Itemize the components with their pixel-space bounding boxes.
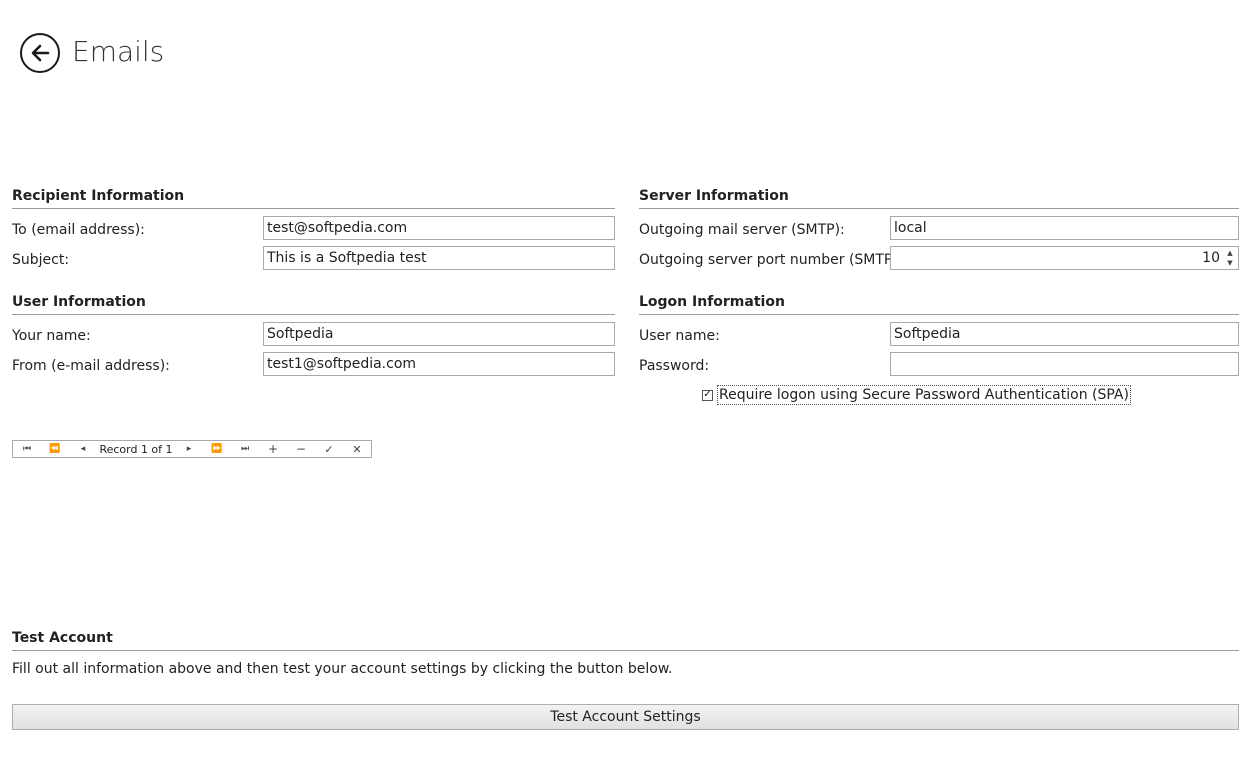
arrow-left-icon (31, 44, 50, 62)
smtp-server-label: Outgoing mail server (SMTP): (639, 222, 845, 238)
checkmark-icon: ✓ (703, 389, 712, 400)
spinner-arrows[interactable]: ▲ ▼ (1224, 248, 1236, 268)
page-title: Emails (72, 35, 165, 68)
username-label: User name: (639, 328, 720, 344)
your-name-input[interactable]: Softpedia (263, 322, 615, 346)
your-name-label: Your name: (12, 328, 91, 344)
spa-checkbox-label[interactable]: Require logon using Secure Password Auth… (717, 385, 1131, 405)
record-navigator: ⏮ ⏪ ◂ Record 1 of 1 ▸ ⏩ ⏭ + − ✓ ✕ (12, 440, 372, 458)
recipient-section-title: Recipient Information (12, 188, 185, 204)
logon-section-title: Logon Information (639, 294, 785, 310)
first-record-icon[interactable]: ⏮ (13, 444, 41, 454)
record-indicator: Record 1 of 1 (99, 442, 173, 456)
server-section-title: Server Information (639, 188, 789, 204)
to-label: To (email address): (12, 222, 145, 238)
next-page-icon[interactable]: ⏩ (203, 444, 231, 454)
smtp-port-spinner[interactable]: 10 ▲ ▼ (890, 246, 1239, 270)
cancel-changes-icon[interactable]: ✕ (343, 443, 371, 456)
logon-divider (639, 314, 1239, 315)
apply-changes-icon[interactable]: ✓ (315, 443, 343, 456)
remove-record-icon[interactable]: − (287, 442, 315, 456)
smtp-port-value: 10 (1202, 250, 1220, 266)
spa-checkbox[interactable]: ✓ (702, 389, 713, 401)
test-divider (12, 650, 1239, 651)
spinner-down-icon[interactable]: ▼ (1224, 258, 1236, 268)
spinner-up-icon[interactable]: ▲ (1224, 248, 1236, 258)
back-button[interactable] (20, 33, 60, 73)
from-email-input[interactable]: test1@softpedia.com (263, 352, 615, 376)
test-section-title: Test Account (12, 630, 113, 646)
user-section-title: User Information (12, 294, 146, 310)
to-email-input[interactable]: test@softpedia.com (263, 216, 615, 240)
previous-record-icon[interactable]: ◂ (69, 444, 97, 454)
last-record-icon[interactable]: ⏭ (231, 444, 259, 454)
add-record-icon[interactable]: + (259, 442, 287, 456)
password-label: Password: (639, 358, 710, 374)
previous-page-icon[interactable]: ⏪ (41, 444, 69, 454)
server-divider (639, 208, 1239, 209)
password-input[interactable] (890, 352, 1239, 376)
from-label: From (e-mail address): (12, 358, 170, 374)
user-divider (12, 314, 615, 315)
recipient-divider (12, 208, 615, 209)
smtp-server-input[interactable]: local (890, 216, 1239, 240)
test-account-settings-button[interactable]: Test Account Settings (12, 704, 1239, 730)
smtp-port-label: Outgoing server port number (SMTP): (639, 252, 903, 268)
subject-label: Subject: (12, 252, 70, 268)
subject-input[interactable]: This is a Softpedia test (263, 246, 615, 270)
test-description: Fill out all information above and then … (12, 661, 673, 677)
next-record-icon[interactable]: ▸ (175, 444, 203, 454)
username-input[interactable]: Softpedia (890, 322, 1239, 346)
spa-checkbox-row[interactable]: ✓ Require logon using Secure Password Au… (702, 385, 1131, 405)
